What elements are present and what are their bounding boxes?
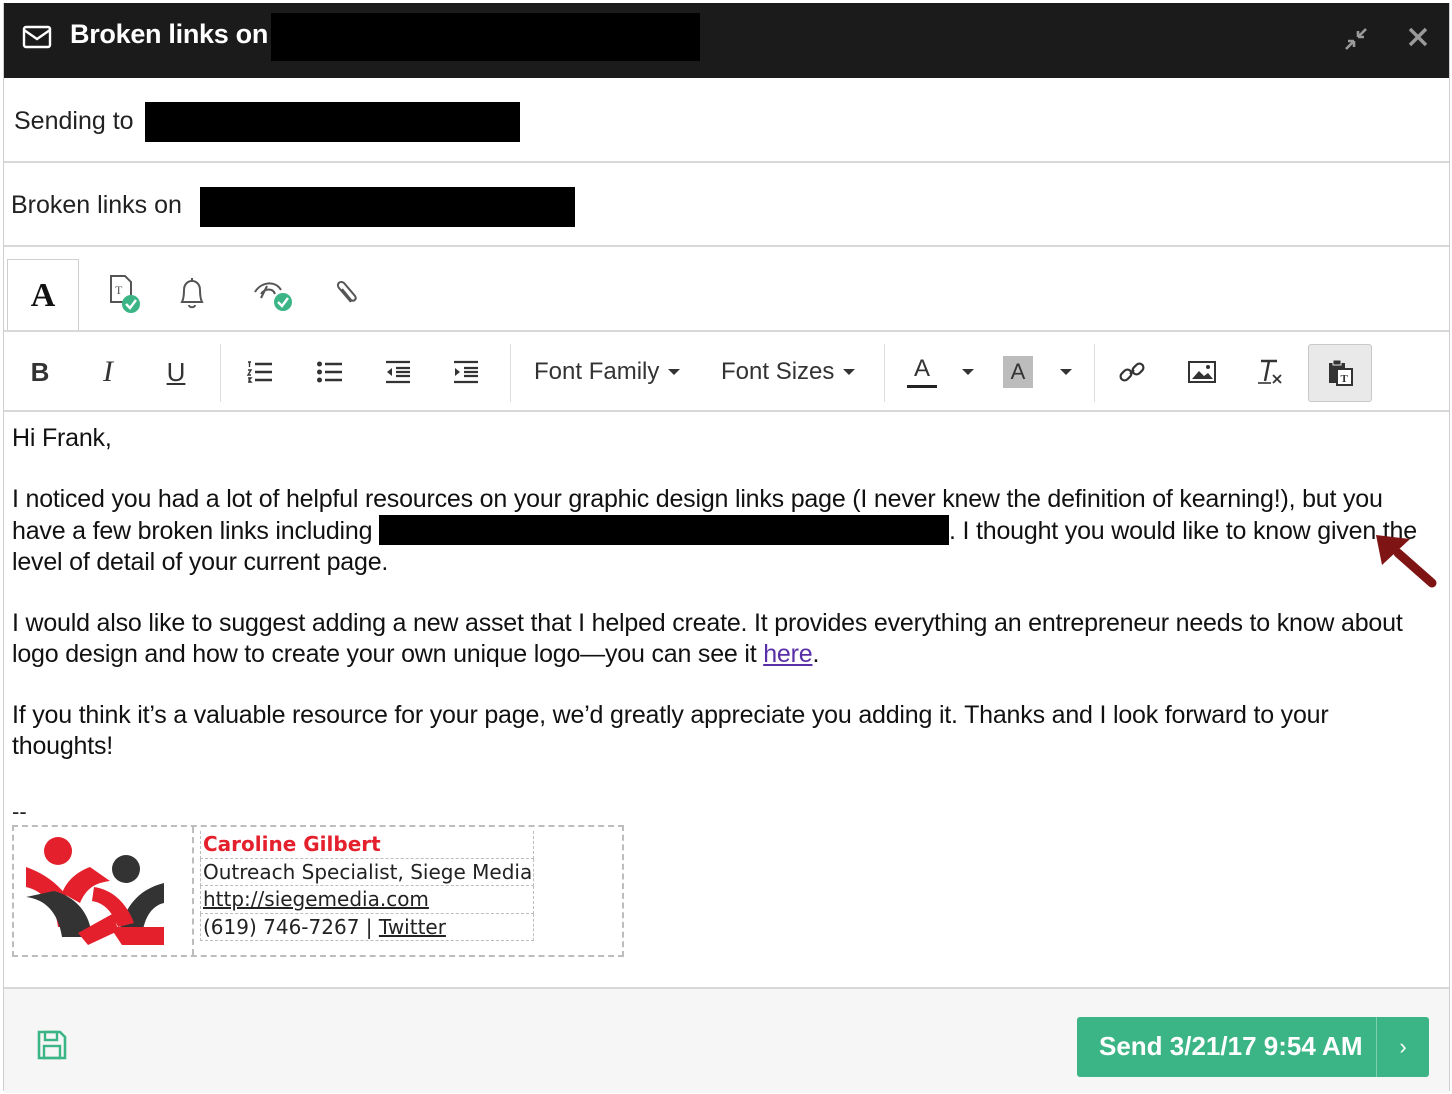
font-family-dropdown[interactable]: Font Family xyxy=(534,346,694,398)
text-color-caret[interactable] xyxy=(956,346,980,398)
siege-logo-icon xyxy=(26,837,164,945)
tab-template[interactable]: T xyxy=(85,259,155,329)
email-signature: Caroline Gilbert Outreach Specialist, Si… xyxy=(12,825,624,957)
bullet-list-icon xyxy=(317,361,342,383)
siege-media-logo xyxy=(14,827,194,955)
envelope-icon xyxy=(22,25,52,49)
bold-button[interactable]: B xyxy=(22,346,58,398)
greeting: Hi Frank, xyxy=(12,424,112,452)
close-icon[interactable] xyxy=(1406,25,1430,56)
toolbar-separator xyxy=(1094,344,1095,402)
numbered-list-icon xyxy=(246,361,272,383)
email-body-editor[interactable]: Hi Frank, I noticed you had a lot of hel… xyxy=(12,423,1432,792)
toolbar-separator xyxy=(884,344,885,402)
caret-down-icon xyxy=(1060,369,1072,375)
numbered-list-button[interactable] xyxy=(240,346,280,398)
signature-details: Caroline Gilbert Outreach Specialist, Si… xyxy=(200,831,534,941)
caret-down-icon xyxy=(962,369,974,375)
signature-twitter-link[interactable]: Twitter xyxy=(379,915,446,939)
svg-text:T: T xyxy=(115,283,123,297)
indent-button[interactable] xyxy=(446,346,486,398)
redacted-links xyxy=(379,515,950,545)
toolbar-separator xyxy=(220,344,221,402)
send-button[interactable]: Send 3/21/17 9:54 AM › xyxy=(1077,1017,1429,1077)
indent-icon xyxy=(454,360,478,384)
link-icon xyxy=(1119,362,1145,382)
email-compose-window: Broken links on Sending to Broken links … xyxy=(3,3,1450,1093)
text-color-swatch xyxy=(907,384,937,388)
recipient-label: Sending to xyxy=(14,107,134,135)
background-color-icon: A xyxy=(1003,356,1033,388)
tab-reminder[interactable] xyxy=(157,259,227,329)
font-sizes-dropdown[interactable]: Font Sizes xyxy=(721,346,866,398)
font-sizes-label: Font Sizes xyxy=(721,358,835,385)
signature-website-link[interactable]: http://siegemedia.com xyxy=(203,887,429,911)
divider xyxy=(4,161,1449,163)
font-family-label: Font Family xyxy=(534,358,660,385)
image-icon xyxy=(1188,361,1216,383)
svg-text:T: T xyxy=(1341,373,1349,385)
annotation-arrow-icon xyxy=(1376,535,1437,588)
template-check-icon: T xyxy=(110,275,140,313)
bullet-list-button[interactable] xyxy=(310,346,350,398)
compress-icon[interactable] xyxy=(1342,25,1370,60)
subject-field[interactable]: Broken links on xyxy=(11,191,182,220)
tab-tracking[interactable] xyxy=(237,259,307,329)
paperclip-icon xyxy=(336,280,357,303)
italic-button[interactable]: I xyxy=(90,346,126,398)
formatting-toolbar: B I U Font Family Font Sizes A A T xyxy=(4,330,1449,412)
paragraph-1: I noticed you had a lot of helpful resou… xyxy=(12,484,1432,578)
text-color-icon: A xyxy=(913,354,930,382)
bell-icon xyxy=(180,278,204,309)
window-title: Broken links on xyxy=(70,19,269,49)
title-bar: Broken links on xyxy=(4,3,1449,78)
signature-name: Caroline Gilbert xyxy=(200,831,534,859)
save-icon[interactable] xyxy=(36,1029,68,1061)
signature-divider: | xyxy=(365,914,373,939)
caret-down-icon xyxy=(843,369,856,375)
paragraph-3: If you think it’s a valuable resource fo… xyxy=(12,701,1329,760)
tab-text-format[interactable]: A xyxy=(7,259,79,332)
paste-text-icon: T xyxy=(1329,359,1353,386)
paragraph-2-end: . xyxy=(812,640,820,668)
insert-image-button[interactable] xyxy=(1182,346,1222,398)
tracking-check-icon xyxy=(254,282,292,311)
paragraph-2-text: I would also like to suggest adding a ne… xyxy=(12,609,1403,668)
toolbar-separator xyxy=(510,344,511,402)
insert-link-button[interactable] xyxy=(1112,346,1152,398)
outdent-icon xyxy=(386,360,410,384)
paragraph-2: I would also like to suggest adding a ne… xyxy=(12,608,1432,670)
signature-phone: (619) 746-7267 xyxy=(203,914,360,939)
here-link[interactable]: here xyxy=(763,640,812,668)
background-color-caret[interactable] xyxy=(1054,346,1078,398)
compose-footer: Send 3/21/17 9:54 AM › xyxy=(4,987,1449,1093)
clear-formatting-icon xyxy=(1258,359,1282,384)
send-options-chevron-icon[interactable]: › xyxy=(1376,1017,1429,1077)
tab-attachment[interactable] xyxy=(310,259,380,329)
background-color-button[interactable]: A xyxy=(1002,346,1034,398)
text-color-button[interactable]: A xyxy=(902,346,942,398)
outdent-button[interactable] xyxy=(378,346,418,398)
redacted-recipient xyxy=(145,102,520,142)
divider xyxy=(4,245,1449,247)
signature-separator: -- xyxy=(12,799,27,824)
signature-title: Outreach Specialist, Siege Media xyxy=(200,858,534,886)
caret-down-icon xyxy=(668,369,681,375)
compose-tabs: A T xyxy=(4,253,1449,332)
send-button-label: Send 3/21/17 9:54 AM xyxy=(1099,1031,1363,1061)
redacted-subject xyxy=(200,187,575,227)
underline-button[interactable]: U xyxy=(158,346,194,398)
redacted-block xyxy=(271,13,700,61)
paste-as-text-button[interactable]: T xyxy=(1308,344,1372,402)
signature-contact-line: (619) 746-7267 | Twitter xyxy=(200,913,534,941)
text-format-icon: A xyxy=(30,277,56,314)
clear-formatting-button[interactable] xyxy=(1250,346,1290,398)
